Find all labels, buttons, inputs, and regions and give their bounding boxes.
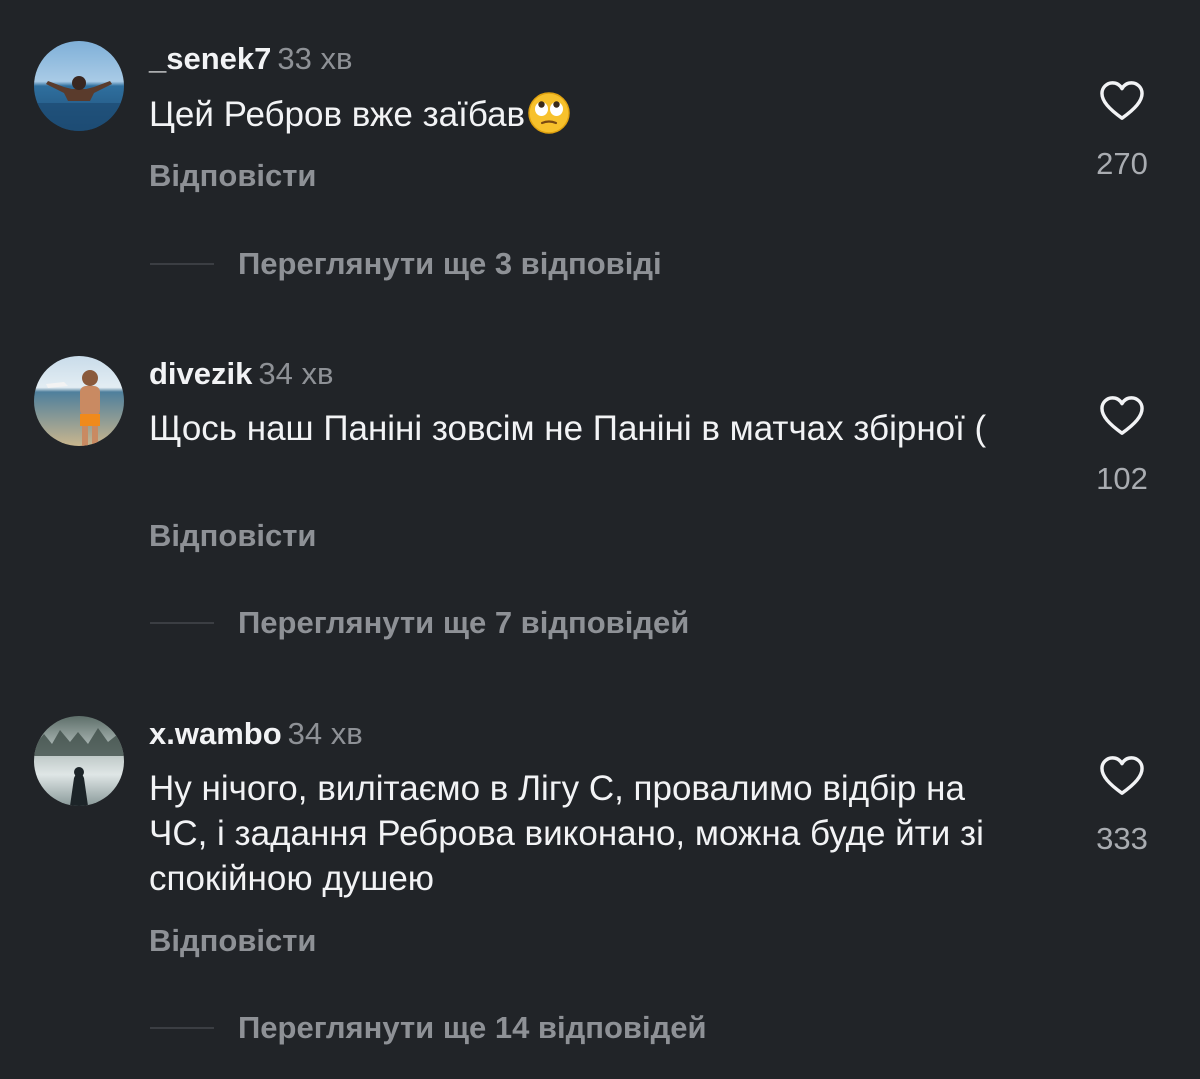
reply-button[interactable]: Відповісти <box>149 158 317 194</box>
comment-text: Ну нічого, вилітаємо в Лігу С, провалимо… <box>149 769 984 898</box>
heart-outline-icon[interactable] <box>1099 755 1145 797</box>
comment-meta: divezik 34 хв <box>149 356 333 392</box>
like-control: 333 <box>1080 755 1164 857</box>
comment-text: Щось наш Паніні зовсім не Паніні в матча… <box>149 409 987 448</box>
view-replies-label: Переглянути ще 7 відповідей <box>238 605 690 640</box>
timestamp: 34 хв <box>258 356 334 391</box>
avatar[interactable] <box>34 41 124 131</box>
like-control: 270 <box>1080 80 1164 182</box>
divider-line <box>150 622 214 624</box>
avatar[interactable] <box>34 356 124 446</box>
heart-outline-icon[interactable] <box>1099 395 1145 437</box>
username[interactable]: divezik <box>149 356 252 391</box>
view-replies-label: Переглянути ще 3 відповіді <box>238 246 662 281</box>
comment-text-content: Цей Ребров вже заїбав <box>149 95 526 134</box>
username[interactable]: _senek7 <box>149 41 271 76</box>
face-with-rolling-eyes-icon <box>528 92 570 134</box>
view-replies-label: Переглянути ще 14 відповідей <box>238 1010 707 1045</box>
like-control: 102 <box>1080 395 1164 497</box>
reply-button[interactable]: Відповісти <box>149 518 317 554</box>
comment-text: Цей Ребров вже заїбав <box>149 91 1029 137</box>
view-replies-button[interactable]: Переглянути ще 14 відповідей <box>150 1008 707 1048</box>
like-count: 333 <box>1096 821 1148 856</box>
comment-meta: _senek7 33 хв <box>149 41 352 77</box>
avatar[interactable] <box>34 716 124 806</box>
like-count: 270 <box>1096 146 1148 181</box>
like-count: 102 <box>1096 461 1148 496</box>
divider-line <box>150 263 214 265</box>
timestamp: 34 хв <box>287 716 363 751</box>
username[interactable]: x.wambo <box>149 716 282 751</box>
timestamp: 33 хв <box>277 41 353 76</box>
divider-line <box>150 1027 214 1029</box>
heart-outline-icon[interactable] <box>1099 80 1145 122</box>
view-replies-button[interactable]: Переглянути ще 3 відповіді <box>150 244 662 284</box>
reply-button[interactable]: Відповісти <box>149 923 317 959</box>
comment-meta: x.wambo 34 хв <box>149 716 363 752</box>
view-replies-button[interactable]: Переглянути ще 7 відповідей <box>150 603 689 643</box>
